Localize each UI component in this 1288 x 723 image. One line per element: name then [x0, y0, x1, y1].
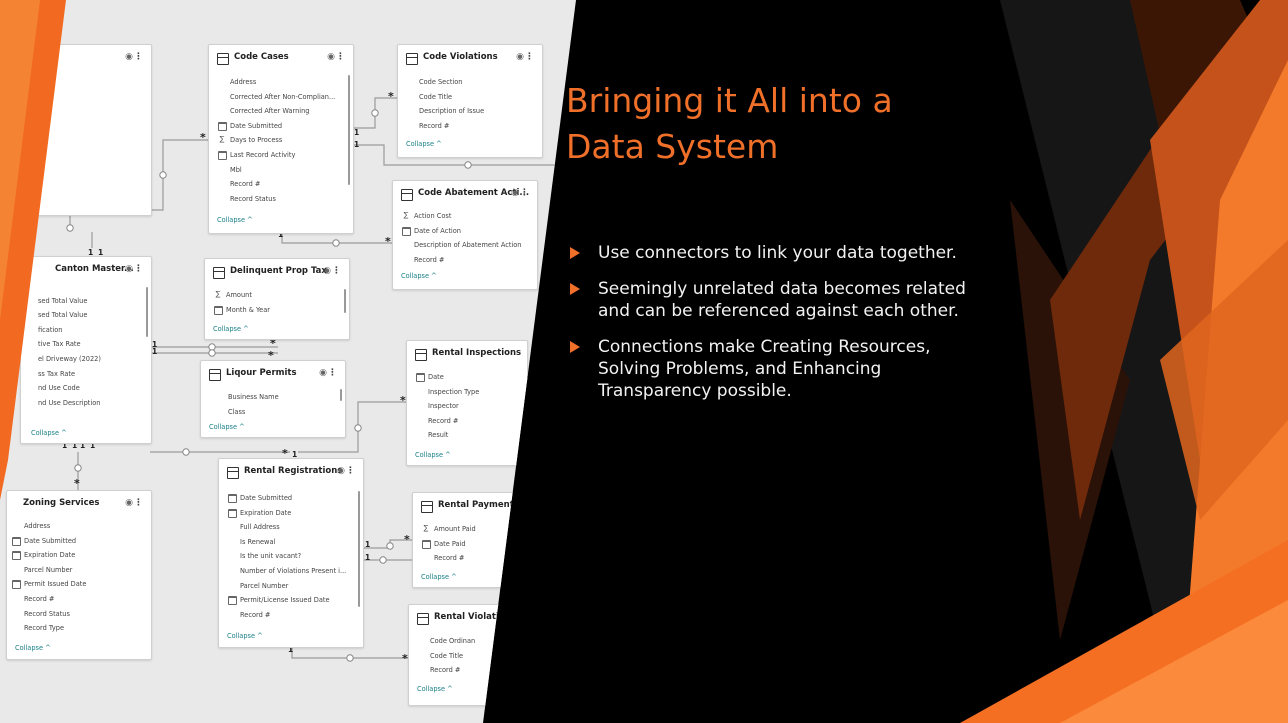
bullet-list: Use connectors to link your data togethe… [568, 242, 988, 416]
slide-title: Bringing it All into a Data System [566, 81, 893, 166]
bullet-arrow-icon [570, 283, 580, 295]
bullet-item: Use connectors to link your data togethe… [568, 242, 988, 264]
bullet-item: Seemingly unrelated data becomes related… [568, 278, 988, 322]
bullet-text: Use connectors to link your data togethe… [598, 243, 957, 263]
bullet-text: Seemingly unrelated data becomes related… [598, 279, 966, 321]
bullet-arrow-icon [570, 247, 580, 259]
bullet-item: Connections make Creating Resources, Sol… [568, 336, 988, 402]
bullet-arrow-icon [570, 341, 580, 353]
bullet-text: Connections make Creating Resources, Sol… [598, 337, 931, 401]
presentation-slide: * 1 1 * 1 * 1 1 1 1 * * 1 1 1 1 * 1 * * … [0, 0, 1288, 723]
